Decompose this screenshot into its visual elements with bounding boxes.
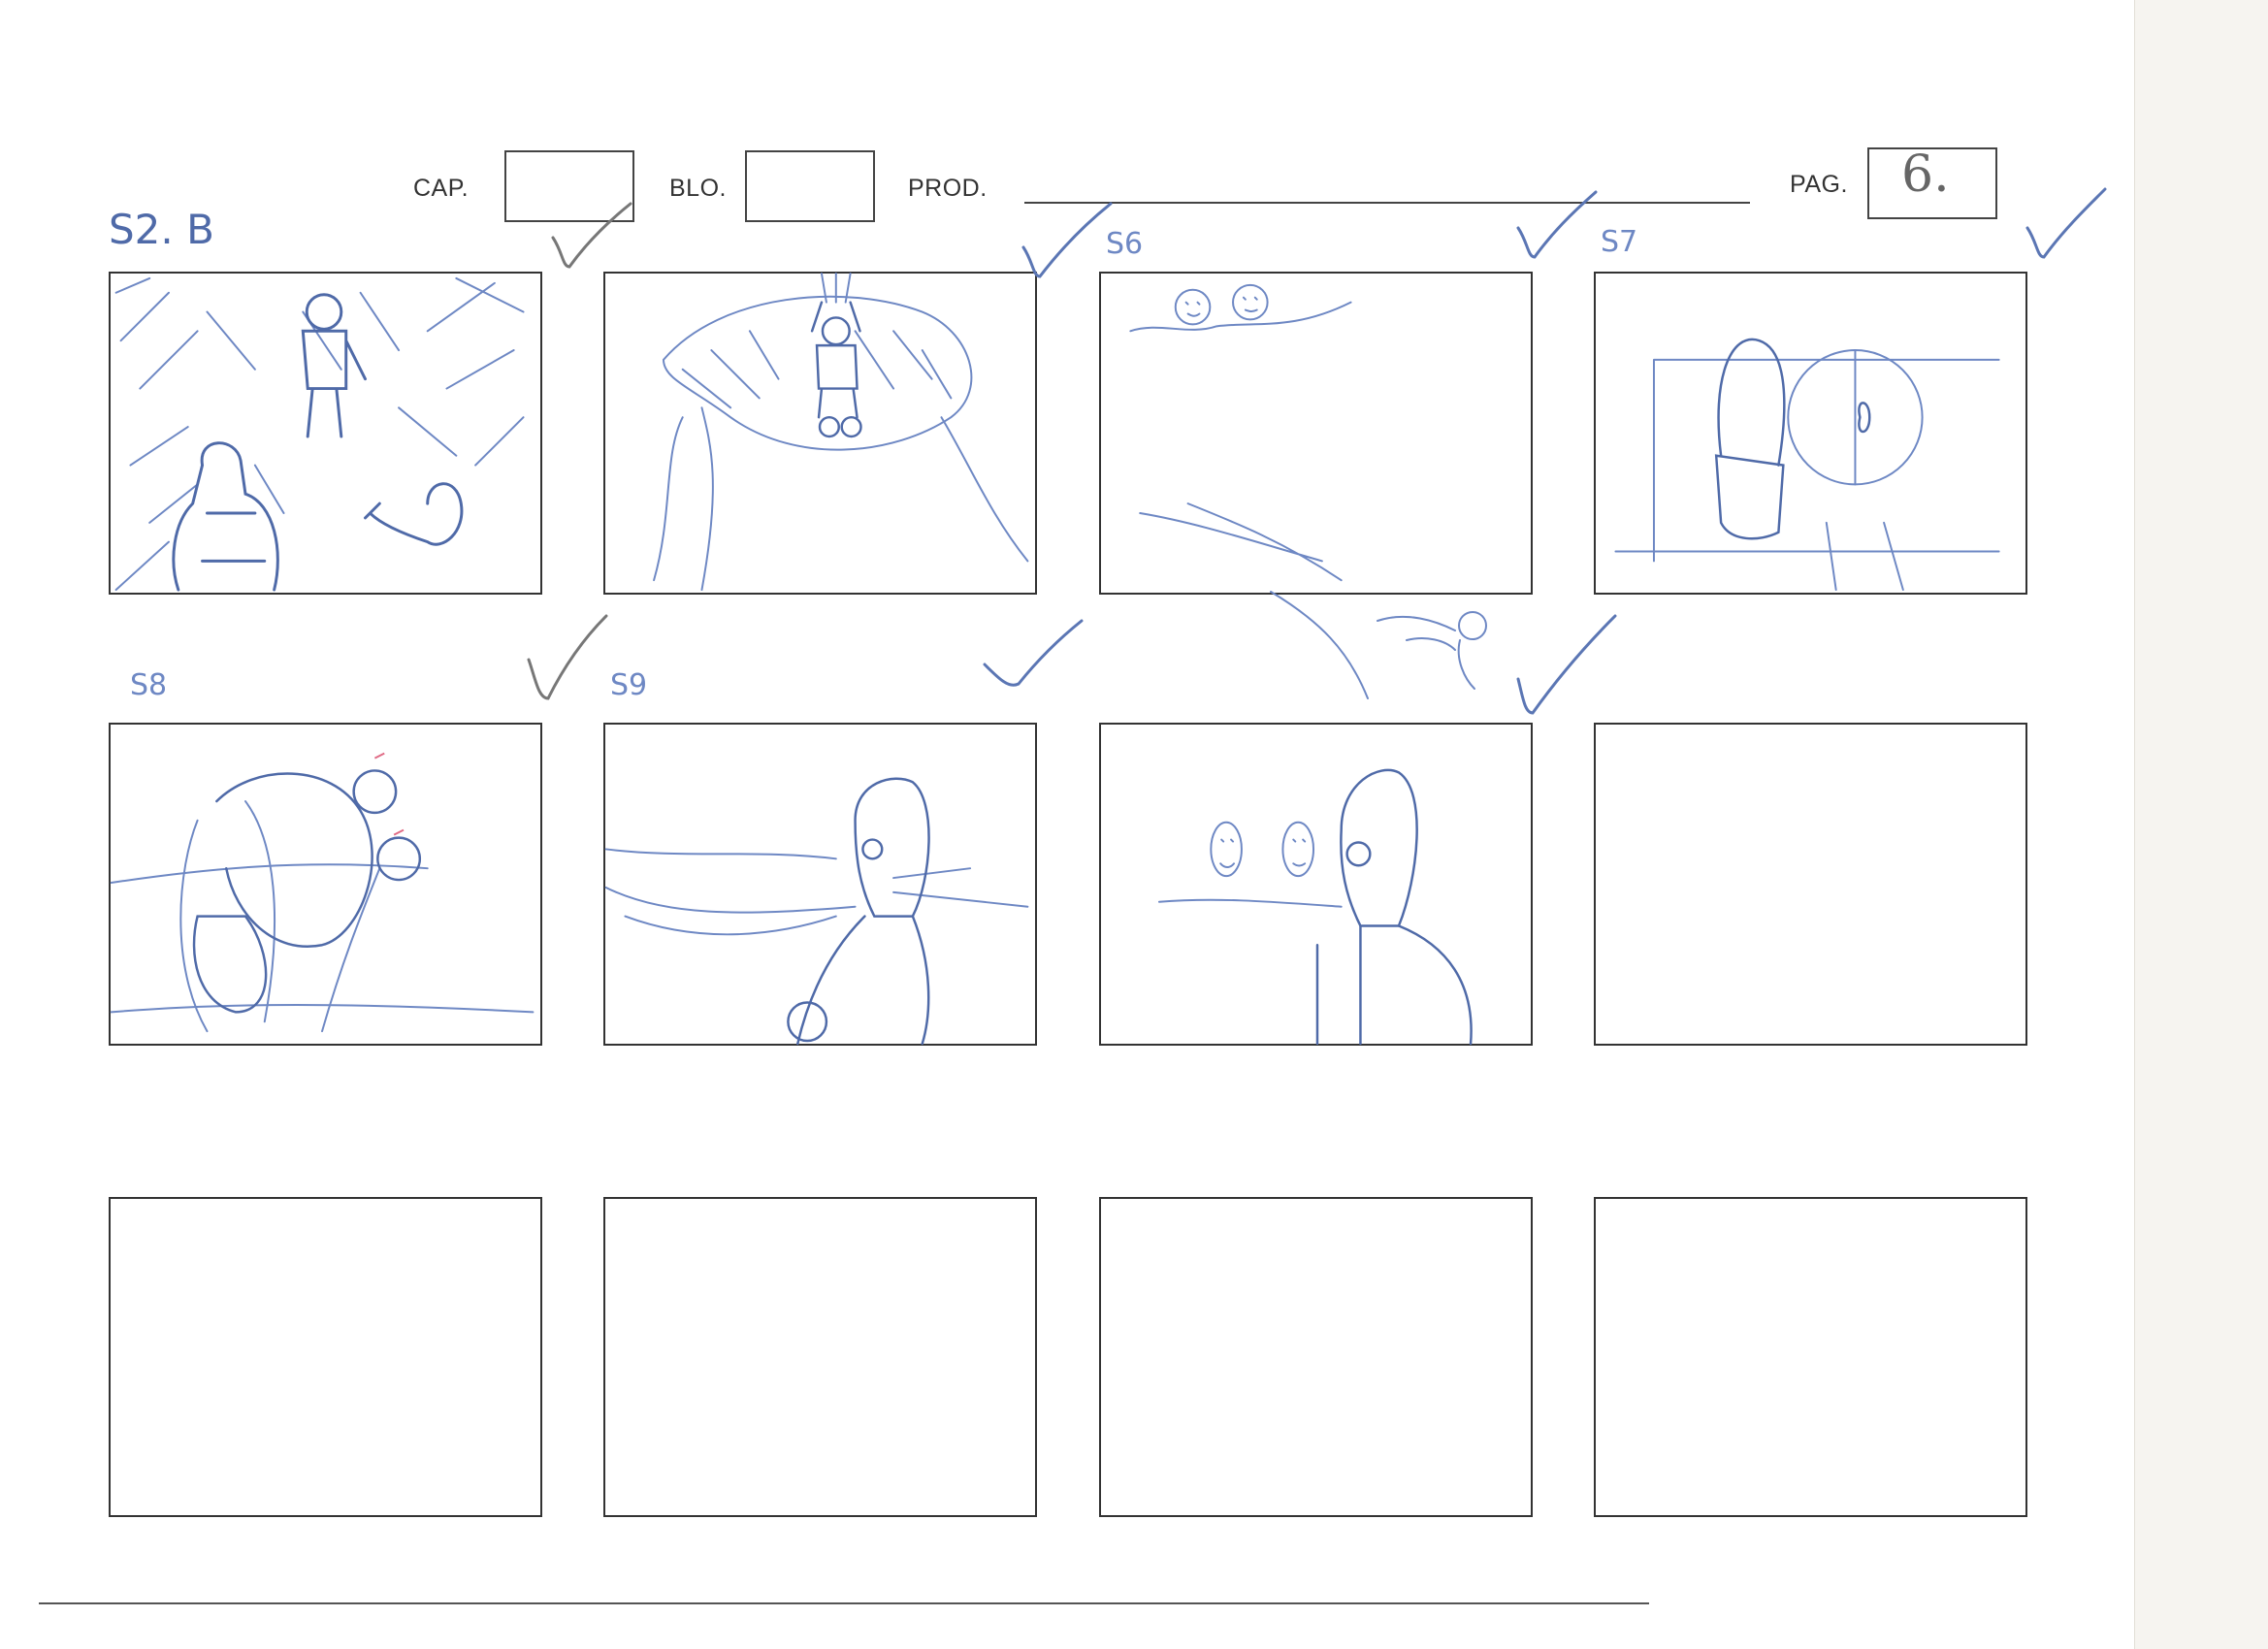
panel-7-sketch [1157,768,1473,1046]
checkmark-icon [2025,187,2107,259]
checkmark-icon [983,619,1084,687]
checkmark-icon [551,202,632,269]
cap-label: CAP. [413,175,470,202]
stray-sketch [1270,591,1487,699]
panel-5-label: S8 [130,668,168,702]
panel-3: S6 [1099,227,1533,595]
checkmark-icon [1516,614,1617,715]
storyboard-page: CAP. BLO. PROD. PAG. 6. S2. B S6 S7 S8 S… [0,0,2268,1649]
panel-2-sketch [653,273,1029,592]
blo-field[interactable] [745,150,875,222]
pag-value: 6. [1901,146,1950,204]
checkmark-icon [527,614,608,700]
page-footer-rule [39,1602,1649,1604]
panel-3-sketch [1129,283,1352,582]
checkmark-icon [1516,190,1598,259]
panel-11 [1099,1197,1533,1517]
panel-6-label: S9 [610,668,648,702]
panel-1 [109,272,542,595]
panel-6: S9 [603,668,1037,1046]
panel-5: S8 [109,668,542,1046]
pag-label: PAG. [1790,171,1848,198]
panel-6-sketch [604,777,1029,1046]
panel-4-sketch [1614,338,2000,592]
prod-label: PROD. [908,175,988,202]
panel-9 [109,1197,542,1517]
paper-edge [2134,0,2268,1649]
checkmark-icon [1021,202,1113,278]
scene-note: S2. B [109,206,214,253]
panel-8 [1594,723,2027,1046]
prod-field[interactable] [1024,202,1750,204]
panel-4: S7 [1594,225,2027,595]
panel-5-sketch [110,752,535,1033]
blo-label: BLO. [669,175,727,202]
panel-12 [1594,1197,2027,1517]
panel-2 [603,272,1037,595]
panel-1-sketch [114,276,525,592]
panel-4-label: S7 [1601,225,1638,259]
panel-10 [603,1197,1037,1517]
panel-7 [1099,723,1533,1046]
